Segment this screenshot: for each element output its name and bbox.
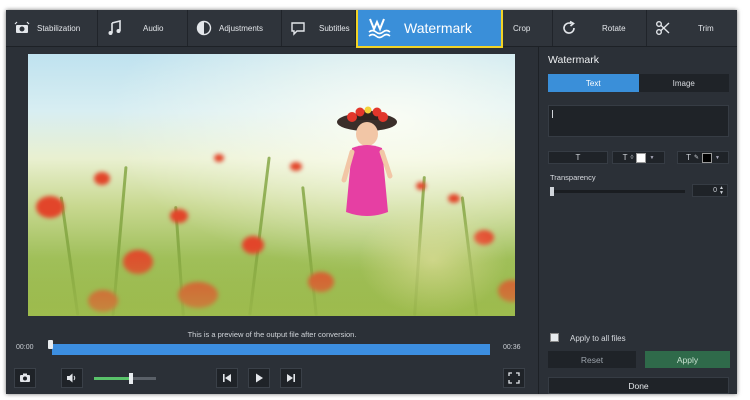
- timeline: 00:00 00:36: [6, 339, 538, 359]
- tool-audio[interactable]: Audio: [98, 10, 188, 46]
- camera-icon: [19, 372, 31, 384]
- volume-button[interactable]: [61, 368, 83, 388]
- tool-adjustments[interactable]: Adjustments: [188, 10, 282, 46]
- toolbar: Stabilization Audio Adjustments Subtitle…: [6, 10, 737, 48]
- text-caret: [552, 110, 553, 118]
- spinner-icon: ▲ ▼: [719, 184, 724, 196]
- tool-adjustments-label: Adjustments: [219, 23, 264, 33]
- adjustments-icon: [196, 20, 212, 36]
- chevron-down-icon: ▼: [714, 154, 720, 161]
- rotate-icon: [561, 20, 577, 36]
- outline-color-button[interactable]: T ✎ ▼: [677, 151, 729, 164]
- fullscreen-icon: [508, 372, 520, 384]
- skip-forward-icon: [285, 372, 297, 384]
- volume-slider[interactable]: [94, 373, 156, 384]
- play-icon: [253, 372, 265, 384]
- transparency-input[interactable]: 0 ▲ ▼: [692, 184, 728, 197]
- tab-text[interactable]: Text: [548, 74, 639, 92]
- transparency-slider[interactable]: [550, 187, 685, 196]
- skip-back-icon: [221, 372, 233, 384]
- fullscreen-button[interactable]: [503, 368, 525, 388]
- tool-crop-label: Crop: [513, 23, 531, 33]
- apply-all-label: Apply to all files: [570, 334, 626, 343]
- outline-color-swatch: [701, 152, 712, 163]
- watermark-text-input[interactable]: [548, 105, 729, 137]
- watermark-type-tabs: Text Image: [548, 74, 729, 92]
- reset-button[interactable]: Reset: [548, 351, 636, 368]
- timeline-track[interactable]: [52, 344, 490, 355]
- transparency-knob[interactable]: [550, 187, 554, 196]
- music-note-icon: [106, 20, 122, 36]
- transparency-label: Transparency: [550, 173, 596, 182]
- tool-rotate[interactable]: Rotate: [553, 10, 647, 46]
- transparency-value: 0: [713, 187, 718, 194]
- preview-area: This is a preview of the output file aft…: [6, 47, 538, 339]
- paint-bucket-icon: ◊: [630, 154, 634, 161]
- speech-bubble-icon: [290, 20, 306, 36]
- watermark-icon: [368, 17, 394, 39]
- play-button[interactable]: [248, 368, 270, 388]
- volume-fill: [94, 377, 132, 380]
- next-button[interactable]: [280, 368, 302, 388]
- tool-stabilization[interactable]: Stabilization: [6, 10, 98, 46]
- panel-title: Watermark: [548, 54, 599, 66]
- tool-crop[interactable]: Crop: [503, 10, 553, 46]
- volume-knob[interactable]: [129, 373, 134, 384]
- outline-color-icon: T: [686, 153, 691, 162]
- tool-trim-label: Trim: [698, 23, 714, 33]
- start-time: 00:00: [16, 344, 34, 351]
- apply-button[interactable]: Apply: [645, 351, 730, 368]
- fill-color-swatch: [636, 152, 647, 163]
- pen-icon: ✎: [693, 155, 699, 161]
- tool-subtitles[interactable]: Subtitles: [282, 10, 356, 46]
- watermark-panel: Watermark Text Image T T ◊ ▼ T ✎ ▼ Trans…: [538, 47, 737, 394]
- chevron-down-icon: ▼: [649, 154, 655, 161]
- scissors-icon: [655, 20, 671, 36]
- previous-button[interactable]: [216, 368, 238, 388]
- tool-watermark[interactable]: Watermark: [356, 10, 503, 48]
- preview-image: [28, 54, 515, 316]
- stabilization-icon: [14, 20, 30, 36]
- end-time: 00:36: [503, 344, 521, 351]
- font-icon: T: [575, 153, 581, 162]
- timeline-handle[interactable]: [48, 340, 53, 349]
- apply-all-checkbox[interactable]: [550, 333, 559, 342]
- font-button[interactable]: T: [548, 151, 608, 164]
- fill-color-button[interactable]: T ◊ ▼: [612, 151, 665, 164]
- app-window: Stabilization Audio Adjustments Subtitle…: [6, 10, 737, 394]
- done-button[interactable]: Done: [548, 377, 729, 394]
- tool-audio-label: Audio: [143, 23, 164, 33]
- preview-caption: This is a preview of the output file aft…: [187, 330, 357, 339]
- snapshot-button[interactable]: [14, 368, 36, 388]
- tool-stabilization-label: Stabilization: [37, 23, 81, 33]
- player-controls: [6, 364, 538, 394]
- speaker-icon: [66, 372, 78, 384]
- tab-image[interactable]: Image: [638, 74, 729, 92]
- tool-rotate-label: Rotate: [602, 23, 626, 33]
- tool-subtitles-label: Subtitles: [319, 23, 350, 33]
- tool-trim[interactable]: Trim: [647, 10, 737, 46]
- tool-watermark-label: Watermark: [404, 20, 472, 36]
- fill-color-icon: T: [622, 153, 628, 162]
